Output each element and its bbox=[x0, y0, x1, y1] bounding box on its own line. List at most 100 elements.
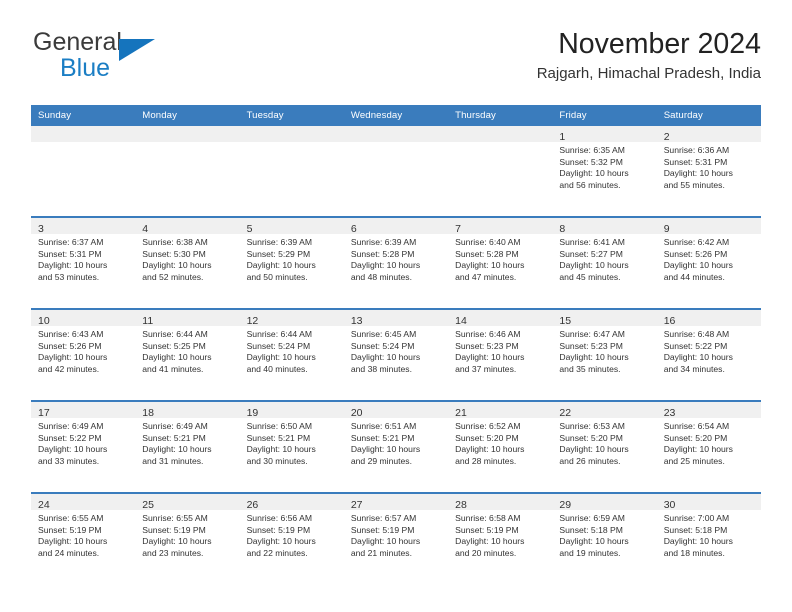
sunset-text: Sunset: 5:20 PM bbox=[663, 432, 728, 443]
calendar-day-cell[interactable]: 2 Sunrise: 6:36 AM Sunset: 5:31 PM Daylight… bbox=[656, 126, 761, 217]
calendar-day-cell[interactable]: 10 Sunrise: 6:43 AM Sunset: 5:26 PM Dayligh… bbox=[31, 308, 136, 401]
sunrise-text: Sunrise: 6:42 AM bbox=[663, 237, 730, 247]
calendar-day-cell[interactable]: 25 Sunrise: 6:55 AM Sunset: 5:19 PM Dayligh… bbox=[135, 492, 240, 584]
calendar-day-cell[interactable]: 4 Sunrise: 6:38 AM Sunset: 5:30 PM Daylight… bbox=[135, 216, 240, 309]
calendar-day-cell[interactable]: 3 Sunrise: 6:37 AM Sunset: 5:31 PM Daylight… bbox=[31, 216, 136, 309]
calendar-day-cell[interactable]: 12 Sunrise: 6:44 AM Sunset: 5:24 PM Dayligh… bbox=[239, 308, 344, 401]
calendar-day-cell[interactable]: 26 Sunrise: 6:56 AM Sunset: 5:19 PM Dayligh… bbox=[239, 492, 344, 584]
daylight-text-line1: Daylight: 10 hours bbox=[559, 352, 629, 363]
logo-triangle-icon bbox=[119, 39, 155, 61]
daylight-text-line1: Daylight: 10 hours bbox=[455, 260, 525, 271]
sunrise-text: Sunrise: 6:38 AM bbox=[142, 237, 208, 247]
sunrise-text: Sunrise: 6:55 AM bbox=[142, 513, 208, 523]
calendar-table: Sunday Monday Tuesday Wednesday Thursday… bbox=[31, 105, 761, 584]
day-number-band: 1 bbox=[552, 126, 657, 143]
sunset-text: Sunset: 5:22 PM bbox=[663, 340, 728, 351]
calendar-day-cell[interactable]: 9 Sunrise: 6:42 AM Sunset: 5:26 PM Daylight… bbox=[656, 216, 761, 309]
calendar-day-cell[interactable]: 22 Sunrise: 6:53 AM Sunset: 5:20 PM Dayligh… bbox=[552, 400, 657, 493]
calendar-day-cell[interactable]: 29 Sunrise: 6:59 AM Sunset: 5:18 PM Dayligh… bbox=[552, 492, 657, 584]
sunrise-text: Sunrise: 6:40 AM bbox=[455, 237, 521, 247]
calendar-day-cell[interactable]: 27 Sunrise: 6:57 AM Sunset: 5:19 PM Dayligh… bbox=[343, 492, 449, 584]
day-number-band bbox=[31, 126, 136, 142]
day-number: 24 bbox=[38, 499, 50, 511]
calendar-day-cell[interactable]: 28 Sunrise: 6:58 AM Sunset: 5:19 PM Dayligh… bbox=[448, 492, 553, 584]
day-number: 6 bbox=[350, 223, 357, 235]
calendar-day-cell[interactable]: 5 Sunrise: 6:39 AM Sunset: 5:29 PM Daylight… bbox=[239, 216, 344, 309]
daylight-text-line2: and 56 minutes. bbox=[559, 179, 621, 190]
calendar-day-cell[interactable]: 13 Sunrise: 6:45 AM Sunset: 5:24 PM Dayligh… bbox=[343, 308, 449, 401]
calendar-day-cell[interactable]: 21 Sunrise: 6:52 AM Sunset: 5:20 PM Dayligh… bbox=[448, 400, 553, 493]
day-details bbox=[31, 142, 135, 145]
daylight-text-line1: Daylight: 10 hours bbox=[38, 352, 108, 363]
calendar-day-cell[interactable]: 8 Sunrise: 6:41 AM Sunset: 5:27 PM Daylight… bbox=[552, 216, 657, 309]
daylight-text-line2: and 23 minutes. bbox=[142, 547, 204, 558]
day-details: Sunrise: 6:49 AM Sunset: 5:22 PM Daylight:… bbox=[31, 418, 135, 467]
daylight-text-line1: Daylight: 10 hours bbox=[455, 536, 525, 547]
day-number: 15 bbox=[559, 315, 572, 327]
calendar-day-cell[interactable]: 15 Sunrise: 6:47 AM Sunset: 5:23 PM Dayligh… bbox=[552, 308, 657, 401]
sunset-text: Sunset: 5:24 PM bbox=[350, 340, 415, 351]
daylight-text-line1: Daylight: 10 hours bbox=[38, 260, 108, 271]
daylight-text-line2: and 22 minutes. bbox=[246, 547, 308, 558]
daylight-text-line2: and 37 minutes. bbox=[455, 363, 517, 374]
day-number-band: 2 bbox=[656, 126, 761, 143]
day-details bbox=[240, 142, 344, 145]
calendar-day-cell[interactable]: 18 Sunrise: 6:49 AM Sunset: 5:21 PM Dayligh… bbox=[135, 400, 240, 493]
sunrise-text: Sunrise: 6:41 AM bbox=[559, 237, 625, 247]
day-details: Sunrise: 6:50 AM Sunset: 5:21 PM Daylight:… bbox=[240, 418, 344, 467]
day-number-band: 22 bbox=[552, 402, 657, 419]
generalblue-logo[interactable]: General Blue bbox=[31, 28, 251, 86]
calendar-body: 1 Sunrise: 6:35 AM Sunset: 5:32 PM Daylight… bbox=[31, 126, 761, 584]
daylight-text-line1: Daylight: 10 hours bbox=[142, 536, 212, 547]
calendar-day-cell[interactable]: 30 Sunrise: 7:00 AM Sunset: 5:18 PM Dayligh… bbox=[656, 492, 761, 584]
sunrise-text: Sunrise: 6:39 AM bbox=[350, 237, 417, 247]
sunset-text: Sunset: 5:21 PM bbox=[350, 432, 415, 443]
calendar-day-cell[interactable]: 20 Sunrise: 6:51 AM Sunset: 5:21 PM Dayligh… bbox=[343, 400, 449, 493]
calendar-day-cell[interactable]: 23 Sunrise: 6:54 AM Sunset: 5:20 PM Dayligh… bbox=[656, 400, 761, 493]
calendar-day-cell[interactable]: 7 Sunrise: 6:40 AM Sunset: 5:28 PM Daylight… bbox=[448, 216, 553, 309]
daylight-text-line1: Daylight: 10 hours bbox=[246, 260, 316, 271]
day-details bbox=[135, 142, 239, 145]
day-details: Sunrise: 6:38 AM Sunset: 5:30 PM Daylight:… bbox=[135, 234, 239, 283]
calendar-day-cell[interactable]: 16 Sunrise: 6:48 AM Sunset: 5:22 PM Dayligh… bbox=[656, 308, 761, 401]
calendar-header-row: Sunday Monday Tuesday Wednesday Thursday… bbox=[31, 105, 761, 126]
sunrise-text: Sunrise: 6:39 AM bbox=[246, 237, 313, 247]
calendar-day-cell[interactable]: 24 Sunrise: 6:55 AM Sunset: 5:19 PM Dayligh… bbox=[31, 492, 136, 584]
day-number-band: 4 bbox=[135, 218, 240, 235]
daylight-text-line1: Daylight: 10 hours bbox=[38, 444, 108, 455]
daylight-text-line2: and 18 minutes. bbox=[663, 547, 725, 558]
sunrise-text: Sunrise: 6:36 AM bbox=[663, 145, 730, 155]
calendar-day-cell[interactable]: 11 Sunrise: 6:44 AM Sunset: 5:25 PM Dayligh… bbox=[135, 308, 240, 401]
day-number: 5 bbox=[246, 223, 253, 235]
sunset-text: Sunset: 5:23 PM bbox=[559, 340, 623, 351]
calendar-day-cell[interactable]: 6 Sunrise: 6:39 AM Sunset: 5:28 PM Daylight… bbox=[343, 216, 449, 309]
daylight-text-line1: Daylight: 10 hours bbox=[455, 444, 525, 455]
calendar-day-cell-empty bbox=[135, 126, 240, 217]
day-number-band: 18 bbox=[135, 402, 240, 419]
sunset-text: Sunset: 5:30 PM bbox=[142, 248, 206, 259]
day-number: 26 bbox=[246, 499, 259, 511]
sunrise-text: Sunrise: 6:47 AM bbox=[559, 329, 625, 339]
day-number-band: 25 bbox=[135, 494, 240, 511]
day-details: Sunrise: 7:00 AM Sunset: 5:18 PM Daylight:… bbox=[657, 510, 761, 559]
sunrise-text: Sunrise: 6:48 AM bbox=[663, 329, 730, 339]
sunset-text: Sunset: 5:21 PM bbox=[246, 432, 311, 443]
day-number-band: 23 bbox=[656, 402, 761, 419]
daylight-text-line1: Daylight: 10 hours bbox=[663, 168, 733, 179]
calendar-day-cell[interactable]: 1 Sunrise: 6:35 AM Sunset: 5:32 PM Daylight… bbox=[552, 126, 657, 217]
sunset-text: Sunset: 5:27 PM bbox=[559, 248, 623, 259]
calendar-day-cell[interactable]: 19 Sunrise: 6:50 AM Sunset: 5:21 PM Dayligh… bbox=[239, 400, 344, 493]
sunrise-text: Sunrise: 6:53 AM bbox=[559, 421, 625, 431]
sunrise-text: Sunrise: 6:50 AM bbox=[246, 421, 313, 431]
calendar-day-cell[interactable]: 14 Sunrise: 6:46 AM Sunset: 5:23 PM Dayligh… bbox=[448, 308, 553, 401]
daylight-text-line1: Daylight: 10 hours bbox=[350, 536, 421, 547]
weekday-header-saturday: Saturday bbox=[656, 105, 761, 126]
calendar-day-cell[interactable]: 17 Sunrise: 6:49 AM Sunset: 5:22 PM Dayligh… bbox=[31, 400, 136, 493]
daylight-text-line1: Daylight: 10 hours bbox=[350, 352, 421, 363]
daylight-text-line1: Daylight: 10 hours bbox=[38, 536, 108, 547]
daylight-text-line2: and 35 minutes. bbox=[559, 363, 621, 374]
daylight-text-line1: Daylight: 10 hours bbox=[246, 536, 316, 547]
sunset-text: Sunset: 5:18 PM bbox=[663, 524, 728, 535]
sunrise-text: Sunrise: 6:52 AM bbox=[455, 421, 521, 431]
weekday-header-thursday: Thursday bbox=[448, 105, 553, 126]
